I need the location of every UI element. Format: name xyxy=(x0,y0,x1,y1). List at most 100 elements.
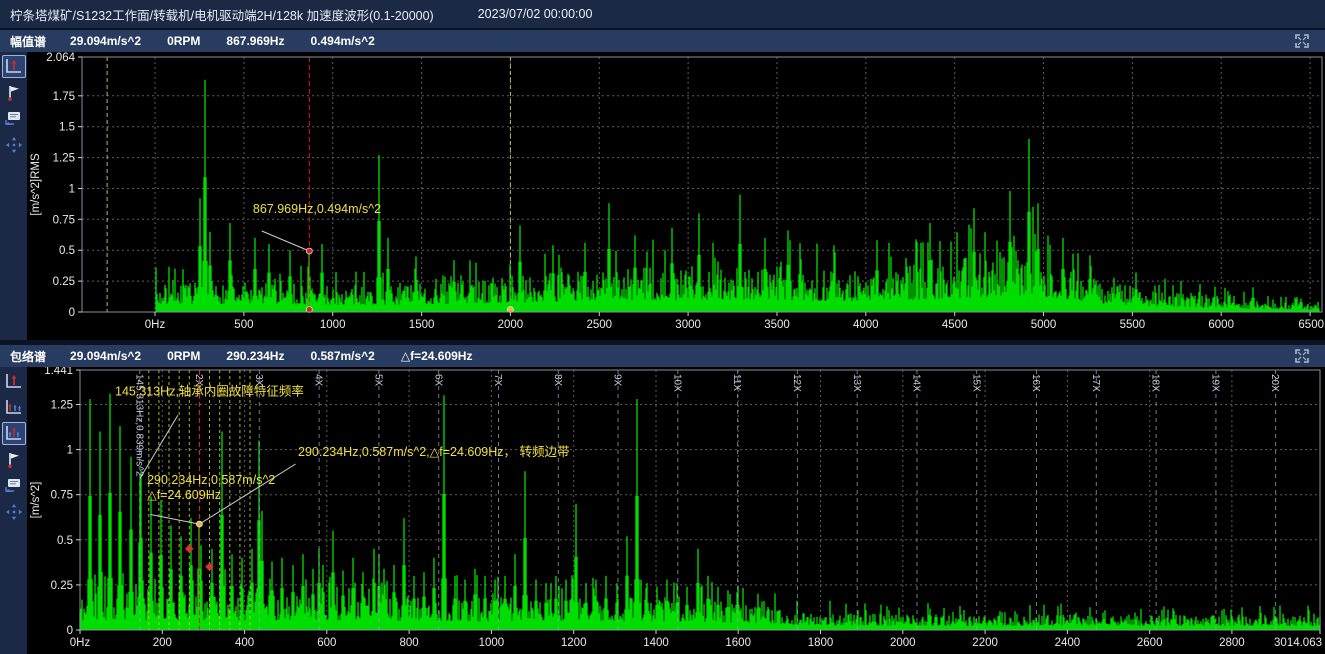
svg-text:12X: 12X xyxy=(791,374,802,392)
svg-text:1.25: 1.25 xyxy=(51,400,73,412)
envelope-spectrum-header: 包络谱 29.094m/s^20RPM290.234Hz0.587m/s^2△f… xyxy=(0,345,1325,367)
svg-text:1: 1 xyxy=(69,184,75,196)
svg-text:2500: 2500 xyxy=(587,319,613,331)
svg-text:800: 800 xyxy=(400,637,419,649)
measurement-title: 柠条塔煤矿/S1232工作面/转载机/电机驱动端2H/128k 加速度波形(0.… xyxy=(10,5,434,24)
svg-text:7X: 7X xyxy=(492,374,503,387)
svg-text:0.5: 0.5 xyxy=(57,535,73,547)
svg-text:2200: 2200 xyxy=(972,637,998,649)
header-stat: 29.094m/s^2 xyxy=(70,34,141,48)
svg-text:1200: 1200 xyxy=(561,637,587,649)
svg-text:17X: 17X xyxy=(1090,374,1101,392)
envelope-spectrum-chart[interactable]: 145.313Hz,0.839m/s^22X3X4X5X6X7X8X9X10X1… xyxy=(27,367,1325,654)
svg-text:0.75: 0.75 xyxy=(53,214,75,226)
svg-text:0.25: 0.25 xyxy=(53,276,75,288)
svg-text:0: 0 xyxy=(69,307,75,319)
title-bar: 柠条塔煤矿/S1232工作面/转载机/电机驱动端2H/128k 加速度波形(0.… xyxy=(0,0,1325,28)
svg-text:6500: 6500 xyxy=(1298,319,1324,331)
svg-text:2400: 2400 xyxy=(1055,637,1081,649)
svg-text:10X: 10X xyxy=(671,374,682,392)
svg-text:3500: 3500 xyxy=(764,319,790,331)
svg-text:2000: 2000 xyxy=(498,319,524,331)
svg-text:1.75: 1.75 xyxy=(53,91,75,103)
svg-text:4X: 4X xyxy=(313,374,324,387)
svg-text:0.75: 0.75 xyxy=(51,490,73,502)
svg-text:20X: 20X xyxy=(1269,374,1280,392)
svg-text:11X: 11X xyxy=(731,374,742,391)
svg-text:2000: 2000 xyxy=(890,637,916,649)
harmonic-cursor-icon[interactable] xyxy=(2,396,26,419)
svg-text:[m/s^2]RMS: [m/s^2]RMS xyxy=(30,153,42,216)
header-stats: 29.094m/s^20RPM867.969Hz0.494m/s^2 xyxy=(70,34,401,48)
svg-text:3014.063: 3014.063 xyxy=(1274,637,1322,649)
svg-text:0.25: 0.25 xyxy=(51,580,73,592)
move-icon[interactable] xyxy=(2,133,26,156)
svg-text:1000: 1000 xyxy=(479,637,505,649)
header-stat: 0RPM xyxy=(167,349,200,363)
svg-text:4000: 4000 xyxy=(853,319,879,331)
single-cursor-icon[interactable] xyxy=(2,55,26,78)
svg-text:0Hz: 0Hz xyxy=(145,319,166,331)
header-stats: 29.094m/s^20RPM290.234Hz0.587m/s^2△f=24.… xyxy=(70,349,498,363)
amplitude-spectrum-panel: 幅值谱 29.094m/s^20RPM867.969Hz0.494m/s^2 8… xyxy=(0,30,1325,340)
svg-text:2.064: 2.064 xyxy=(46,52,75,64)
svg-text:1.25: 1.25 xyxy=(53,153,75,165)
svg-text:145.313Hz,轴承内圈故障特征频率: 145.313Hz,轴承内圈故障特征频率 xyxy=(115,383,304,398)
svg-text:1.441: 1.441 xyxy=(44,367,73,377)
label-icon[interactable] xyxy=(2,107,26,130)
svg-text:[m/s^2]: [m/s^2] xyxy=(30,482,42,519)
panel-title: 幅值谱 xyxy=(10,33,46,50)
svg-text:867.969Hz,0.494m/s^2: 867.969Hz,0.494m/s^2 xyxy=(253,202,381,216)
svg-text:3000: 3000 xyxy=(675,319,701,331)
measurement-datetime: 2023/07/02 00:00:00 xyxy=(478,7,593,21)
header-stat: 0.587m/s^2 xyxy=(310,349,374,363)
header-stat: 867.969Hz xyxy=(226,34,284,48)
svg-text:290.234Hz,0.587m/s^2,△f=24.609: 290.234Hz,0.587m/s^2,△f=24.609Hz， 转频边带 xyxy=(298,444,570,459)
panel-title: 包络谱 xyxy=(10,348,46,365)
header-stat: 290.234Hz xyxy=(226,349,284,363)
sideband-cursor-icon[interactable] xyxy=(2,422,26,445)
svg-text:15X: 15X xyxy=(970,374,981,392)
svg-text:1500: 1500 xyxy=(409,319,435,331)
expand-icon[interactable] xyxy=(1293,347,1311,365)
svg-text:1000: 1000 xyxy=(320,319,346,331)
svg-text:19X: 19X xyxy=(1209,374,1220,392)
header-stat: 0.494m/s^2 xyxy=(310,34,374,48)
move-icon[interactable] xyxy=(2,500,26,523)
svg-text:14X: 14X xyxy=(911,374,922,392)
label-icon[interactable] xyxy=(2,474,26,497)
svg-text:13X: 13X xyxy=(851,374,862,392)
svg-text:1800: 1800 xyxy=(808,637,834,649)
svg-text:8X: 8X xyxy=(552,374,563,387)
svg-text:5000: 5000 xyxy=(1031,319,1057,331)
svg-text:290.234Hz,0.587m/s^2: 290.234Hz,0.587m/s^2 xyxy=(147,473,275,487)
header-stat: △f=24.609Hz xyxy=(401,349,473,363)
svg-text:6X: 6X xyxy=(432,374,443,387)
chart-toolbar xyxy=(0,52,27,340)
svg-text:1: 1 xyxy=(67,445,73,457)
svg-text:6000: 6000 xyxy=(1208,319,1234,331)
single-cursor-icon[interactable] xyxy=(2,370,26,393)
amplitude-spectrum-chart[interactable]: 867.969Hz,0.494m/s^2 0Hz 500 1000 1500 2000 25… xyxy=(27,52,1325,340)
svg-text:0.5: 0.5 xyxy=(59,245,75,257)
expand-icon[interactable] xyxy=(1293,32,1311,50)
svg-text:5X: 5X xyxy=(372,374,383,387)
svg-text:18X: 18X xyxy=(1150,374,1161,392)
envelope-spectrum-panel: 包络谱 29.094m/s^20RPM290.234Hz0.587m/s^2△f… xyxy=(0,345,1325,654)
svg-text:5500: 5500 xyxy=(1120,319,1146,331)
svg-text:9X: 9X xyxy=(612,374,623,387)
svg-text:1.5: 1.5 xyxy=(59,122,75,134)
svg-text:600: 600 xyxy=(317,637,336,649)
svg-text:△f=24.609Hz: △f=24.609Hz xyxy=(147,488,221,502)
svg-text:2800: 2800 xyxy=(1219,637,1245,649)
svg-text:16X: 16X xyxy=(1030,374,1041,392)
flag-icon[interactable] xyxy=(2,448,26,471)
svg-text:500: 500 xyxy=(234,319,253,331)
svg-text:400: 400 xyxy=(235,637,254,649)
amplitude-spectrum-header: 幅值谱 29.094m/s^20RPM867.969Hz0.494m/s^2 xyxy=(0,30,1325,52)
flag-icon[interactable] xyxy=(2,81,26,104)
chart-toolbar xyxy=(0,367,27,654)
svg-text:2600: 2600 xyxy=(1137,637,1163,649)
svg-text:0: 0 xyxy=(67,625,73,637)
svg-text:1600: 1600 xyxy=(725,637,751,649)
